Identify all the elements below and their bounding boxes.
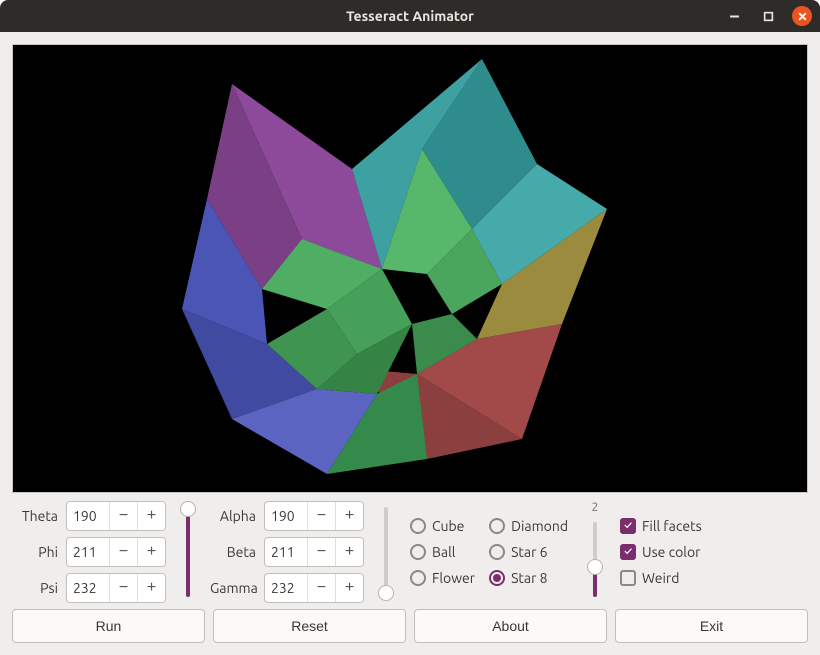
radio-flower-label: Flower	[432, 570, 475, 586]
alpha-decrement[interactable]: −	[307, 502, 335, 530]
content-area: Theta 190 − + Phi 211 − +	[0, 32, 820, 655]
about-button[interactable]: About	[414, 609, 607, 643]
psi-increment[interactable]: +	[137, 574, 165, 602]
window-controls	[724, 0, 812, 32]
radio-star6-label: Star 6	[511, 544, 547, 560]
close-icon[interactable]	[792, 6, 812, 26]
alpha-spinbox[interactable]: 190 − +	[264, 501, 364, 531]
rendered-shape	[102, 49, 662, 489]
radio-cube[interactable]: Cube	[410, 518, 475, 534]
gamma-spinbox[interactable]: 232 − +	[264, 573, 364, 603]
minimize-icon[interactable]	[724, 6, 744, 26]
slider-2-thumb[interactable]	[378, 585, 394, 601]
gamma-increment[interactable]: +	[335, 574, 363, 602]
beta-decrement[interactable]: −	[307, 538, 335, 566]
radio-diamond[interactable]: Diamond	[489, 518, 568, 534]
button-row: Run Reset About Exit	[12, 609, 808, 643]
num-slider: 2	[580, 501, 610, 603]
alpha-label: Alpha	[210, 508, 260, 524]
radio-flower[interactable]: Flower	[410, 570, 475, 586]
exit-button[interactable]: Exit	[615, 609, 808, 643]
psi-spinbox[interactable]: 232 − +	[66, 573, 166, 603]
reset-button[interactable]: Reset	[213, 609, 406, 643]
beta-increment[interactable]: +	[335, 538, 363, 566]
gamma-label: Gamma	[210, 580, 260, 596]
canvas-frame	[12, 44, 808, 493]
radio-diamond-label: Diamond	[511, 518, 568, 534]
shape-radio-col-1: Cube Ball Flower	[408, 501, 477, 603]
beta-label: Beta	[210, 544, 260, 560]
num-slider-value: 2	[592, 501, 599, 514]
check-weird[interactable]: Weird	[620, 570, 702, 586]
controls-panel: Theta 190 − + Phi 211 − +	[12, 501, 808, 643]
psi-label: Psi	[12, 580, 62, 596]
theta-increment[interactable]: +	[137, 502, 165, 530]
window-title: Tesseract Animator	[0, 8, 820, 24]
phi-value[interactable]: 211	[67, 538, 109, 566]
beta-value[interactable]: 211	[265, 538, 307, 566]
slider-2[interactable]	[374, 501, 398, 603]
theta-row: Theta 190 − +	[12, 501, 166, 531]
alpha-value[interactable]: 190	[265, 502, 307, 530]
radio-star8-label: Star 8	[511, 570, 547, 586]
slider-1[interactable]	[176, 501, 200, 603]
theta-value[interactable]: 190	[67, 502, 109, 530]
angle-group-1: Theta 190 − + Phi 211 − +	[12, 501, 166, 603]
gamma-value[interactable]: 232	[265, 574, 307, 602]
check-fill-facets[interactable]: Fill facets	[620, 518, 702, 534]
window: Tesseract Animator	[0, 0, 820, 655]
gamma-row: Gamma 232 − +	[210, 573, 364, 603]
theta-decrement[interactable]: −	[109, 502, 137, 530]
slider-3-thumb[interactable]	[587, 559, 603, 575]
psi-value[interactable]: 232	[67, 574, 109, 602]
maximize-icon[interactable]	[758, 6, 778, 26]
check-weird-label: Weird	[642, 570, 679, 586]
beta-spinbox[interactable]: 211 − +	[264, 537, 364, 567]
psi-row: Psi 232 − +	[12, 573, 166, 603]
radio-ball[interactable]: Ball	[410, 544, 475, 560]
radio-ball-label: Ball	[432, 544, 455, 560]
alpha-row: Alpha 190 − +	[210, 501, 364, 531]
controls-row: Theta 190 − + Phi 211 − +	[12, 501, 808, 603]
phi-row: Phi 211 − +	[12, 537, 166, 567]
alpha-increment[interactable]: +	[335, 502, 363, 530]
check-fill-facets-label: Fill facets	[642, 518, 702, 534]
theta-label: Theta	[12, 508, 62, 524]
render-canvas[interactable]	[13, 45, 807, 492]
checkbox-column: Fill facets Use color Weird	[620, 501, 702, 603]
titlebar: Tesseract Animator	[0, 0, 820, 32]
phi-label: Phi	[12, 544, 62, 560]
run-button[interactable]: Run	[12, 609, 205, 643]
shape-radio-col-2: Diamond Star 6 Star 8	[487, 501, 570, 603]
phi-increment[interactable]: +	[137, 538, 165, 566]
radio-cube-label: Cube	[432, 518, 464, 534]
phi-decrement[interactable]: −	[109, 538, 137, 566]
radio-star6[interactable]: Star 6	[489, 544, 568, 560]
slider-3[interactable]	[580, 516, 610, 603]
angle-group-2: Alpha 190 − + Beta 211 − +	[210, 501, 364, 603]
slider-1-thumb[interactable]	[180, 501, 196, 517]
gamma-decrement[interactable]: −	[307, 574, 335, 602]
beta-row: Beta 211 − +	[210, 537, 364, 567]
check-use-color-label: Use color	[642, 544, 700, 560]
theta-spinbox[interactable]: 190 − +	[66, 501, 166, 531]
phi-spinbox[interactable]: 211 − +	[66, 537, 166, 567]
check-use-color[interactable]: Use color	[620, 544, 702, 560]
radio-star8[interactable]: Star 8	[489, 570, 568, 586]
psi-decrement[interactable]: −	[109, 574, 137, 602]
